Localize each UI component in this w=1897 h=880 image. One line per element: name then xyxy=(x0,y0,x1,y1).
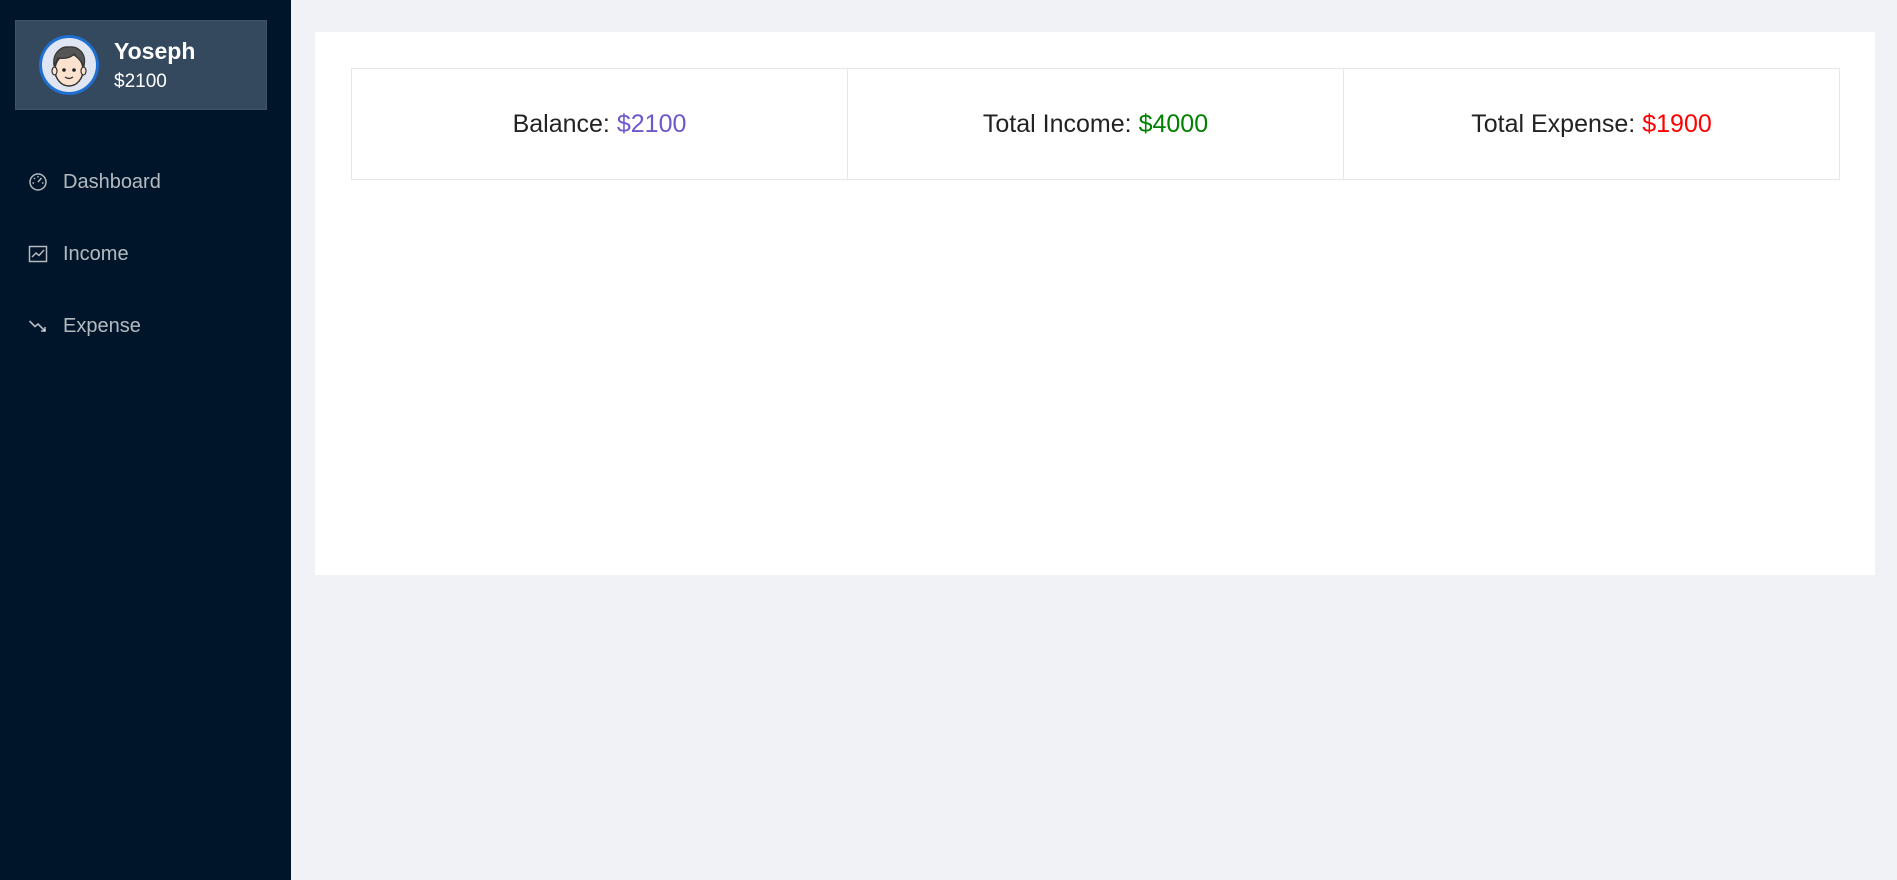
dashboard-content: Balance: $2100 Total Income: $4000 Total… xyxy=(315,32,1875,575)
sidebar-item-dashboard[interactable]: Dashboard xyxy=(0,146,291,218)
sidebar-menu: Dashboard Income Expense xyxy=(0,146,291,362)
balance-stat: Balance: $2100 xyxy=(352,69,848,179)
avatar xyxy=(39,35,99,95)
income-value: $4000 xyxy=(1138,109,1209,138)
sidebar-item-label: Dashboard xyxy=(63,170,161,193)
sidebar: Yoseph $2100 Dashboard Income Expense xyxy=(0,0,291,880)
balance-label: Balance: xyxy=(512,109,610,138)
stats-row: Balance: $2100 Total Income: $4000 Total… xyxy=(351,68,1840,180)
sidebar-item-income[interactable]: Income xyxy=(0,218,291,290)
sidebar-item-label: Expense xyxy=(63,314,141,337)
expense-label: Total Expense: xyxy=(1471,109,1636,138)
profile-text: Yoseph $2100 xyxy=(114,36,195,95)
main-area: Balance: $2100 Total Income: $4000 Total… xyxy=(291,0,1897,880)
sidebar-item-expense[interactable]: Expense xyxy=(0,290,291,362)
user-balance: $2100 xyxy=(114,70,167,92)
avatar-face-icon xyxy=(42,38,96,92)
user-name: Yoseph xyxy=(114,37,196,64)
dashboard-icon xyxy=(27,171,49,193)
sidebar-item-label: Income xyxy=(63,242,129,265)
line-chart-icon xyxy=(27,243,49,265)
user-profile-card[interactable]: Yoseph $2100 xyxy=(15,20,267,110)
app-root: Yoseph $2100 Dashboard Income Expense Ba… xyxy=(0,0,1897,880)
trending-down-icon xyxy=(27,315,49,337)
income-label: Total Income: xyxy=(982,109,1132,138)
balance-value: $2100 xyxy=(616,109,687,138)
income-stat: Total Income: $4000 xyxy=(848,69,1344,179)
expense-stat: Total Expense: $1900 xyxy=(1344,69,1839,179)
expense-value: $1900 xyxy=(1642,109,1712,138)
